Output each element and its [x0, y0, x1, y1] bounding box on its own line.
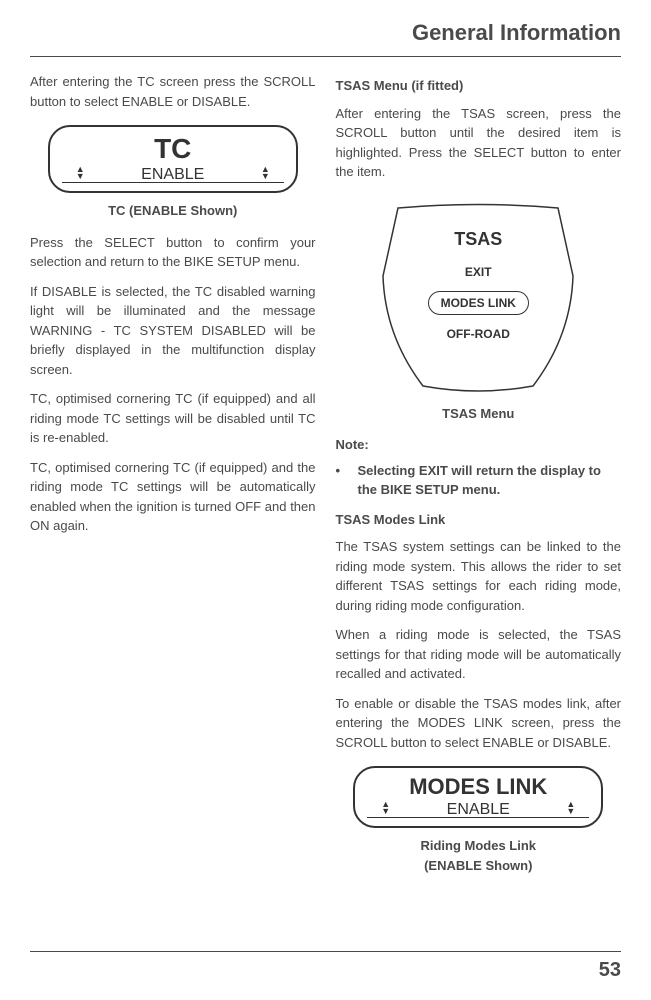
page-number: 53 [599, 959, 621, 982]
tc-display-small: ENABLE [141, 163, 204, 187]
tsas-diagram: TSAS EXIT MODES LINK OFF-ROAD [353, 196, 603, 396]
left-p3: TC, optimised cornering TC (if equipped)… [30, 389, 316, 448]
right-p3: When a riding mode is selected, the TSAS… [336, 625, 622, 684]
tc-caption: TC (ENABLE Shown) [30, 201, 316, 221]
tsas-item-off-road: OFF-ROAD [353, 325, 603, 343]
up-down-arrows-icon: ▲▼ [76, 166, 85, 179]
tsas-title: TSAS [353, 226, 603, 253]
tc-display-box: TC ▲▼ ENABLE ▲▼ [48, 125, 298, 193]
tsas-item-exit: EXIT [353, 263, 603, 281]
up-down-arrows-icon: ▲▼ [381, 801, 390, 814]
right-p2: The TSAS system settings can be linked t… [336, 537, 622, 615]
left-intro: After entering the TC screen press the S… [30, 72, 316, 111]
modes-link-caption-a: Riding Modes Link [336, 836, 622, 856]
modes-link-display-small: ENABLE [447, 798, 510, 822]
left-p4: TC, optimised cornering TC (if equipped)… [30, 458, 316, 536]
left-p1: Press the SELECT button to confirm your … [30, 233, 316, 272]
page-header-title: General Information [30, 20, 621, 57]
footer-divider [30, 951, 621, 952]
right-p4: To enable or disable the TSAS modes link… [336, 694, 622, 753]
left-column: After entering the TC screen press the S… [30, 72, 316, 887]
note-bullet: • Selecting EXIT will return the display… [336, 461, 622, 500]
note-heading: Note: [336, 435, 622, 455]
up-down-arrows-icon: ▲▼ [261, 166, 270, 179]
tc-display-big: TC [50, 135, 296, 163]
bullet-icon: • [336, 461, 346, 500]
tsas-modes-link-heading: TSAS Modes Link [336, 510, 622, 530]
modes-link-caption-b: (ENABLE Shown) [336, 856, 622, 876]
left-p2: If DISABLE is selected, the TC disabled … [30, 282, 316, 380]
tsas-item-modes-link: MODES LINK [428, 291, 529, 315]
modes-link-display-box: MODES LINK ▲▼ ENABLE ▲▼ [353, 766, 603, 828]
content-columns: After entering the TC screen press the S… [30, 72, 621, 887]
tsas-caption: TSAS Menu [336, 404, 622, 424]
right-p1: After entering the TSAS screen, press th… [336, 104, 622, 182]
note-bullet-text: Selecting EXIT will return the display t… [358, 461, 622, 500]
right-column: TSAS Menu (if fitted) After entering the… [336, 72, 622, 887]
modes-link-display-big: MODES LINK [355, 776, 601, 798]
tsas-menu-heading: TSAS Menu (if fitted) [336, 76, 622, 96]
up-down-arrows-icon: ▲▼ [566, 801, 575, 814]
